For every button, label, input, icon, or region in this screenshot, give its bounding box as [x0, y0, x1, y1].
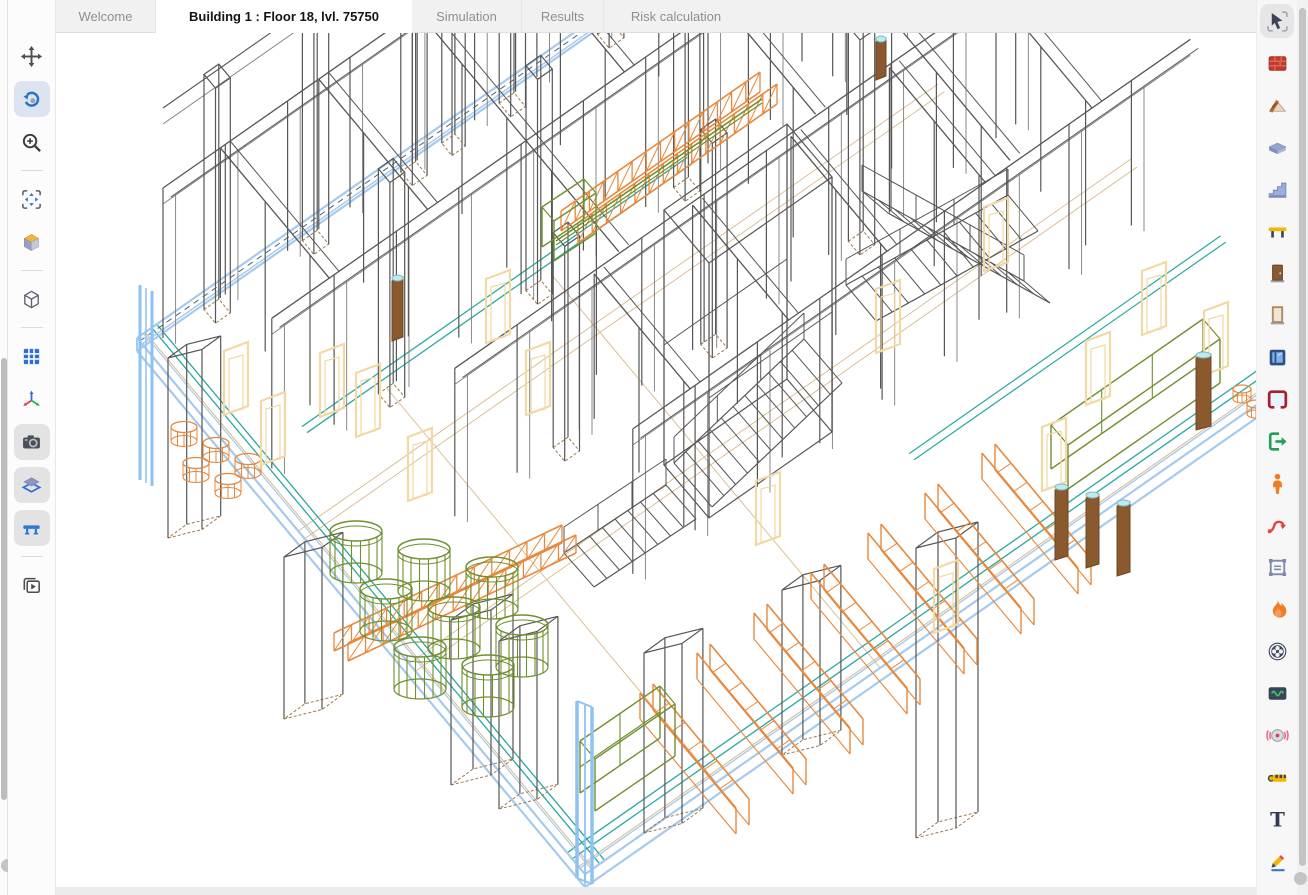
- select-cursor-icon: [1265, 9, 1290, 34]
- select-tool-button[interactable]: [1260, 4, 1294, 38]
- axes-icon: [20, 388, 43, 411]
- tab-results[interactable]: Results: [522, 0, 604, 33]
- right-scrollbar-thumb[interactable]: [1299, 8, 1306, 866]
- wall-tool-button[interactable]: [1260, 46, 1294, 80]
- grid-icon: [20, 345, 43, 368]
- tab-simulation[interactable]: Simulation: [412, 0, 522, 33]
- slides-icon: [20, 574, 43, 597]
- presentation-button[interactable]: [14, 567, 50, 603]
- measure-tool-button[interactable]: [1260, 760, 1294, 794]
- main-area: Welcome Building 1 : Floor 18, lvl. 7575…: [56, 0, 1256, 895]
- zone-rect-icon: [1265, 555, 1290, 580]
- furniture-tool-button[interactable]: [1260, 214, 1294, 248]
- screenshot-button[interactable]: [14, 424, 50, 460]
- alarm-tool-button[interactable]: [1260, 718, 1294, 752]
- roof-icon: [1265, 93, 1290, 118]
- bench-icon: [20, 517, 43, 540]
- horizontal-scrollbar[interactable]: [56, 887, 1256, 895]
- layers-icon: [20, 474, 43, 497]
- measuring-tape-icon: [1265, 765, 1290, 790]
- person-icon: [1265, 471, 1290, 496]
- fit-view-icon: [20, 188, 43, 211]
- pencil-icon: [1265, 849, 1290, 874]
- slab-icon: [1265, 135, 1290, 160]
- alarm-sounder-icon: [1265, 723, 1290, 748]
- wireframe-view-button[interactable]: [14, 281, 50, 317]
- tab-building-floor[interactable]: Building 1 : Floor 18, lvl. 75750: [156, 0, 412, 33]
- toolbar-divider: [21, 327, 43, 328]
- pan-tool-button[interactable]: [14, 38, 50, 74]
- opening-icon: [1265, 387, 1290, 412]
- zoom-tool-button[interactable]: [14, 124, 50, 160]
- move-arrows-icon: [20, 45, 43, 68]
- flame-icon: [1265, 597, 1290, 622]
- slab-tool-button[interactable]: [1260, 130, 1294, 164]
- table-icon: [1265, 219, 1290, 244]
- shaded-view-button[interactable]: [14, 224, 50, 260]
- magnifier-plus-icon: [20, 131, 43, 154]
- zone-tool-button[interactable]: [1260, 550, 1294, 584]
- wave-monitor-icon: [1265, 681, 1290, 706]
- orbit-tool-button[interactable]: [14, 81, 50, 117]
- fire-tool-button[interactable]: [1260, 592, 1294, 626]
- brick-wall-icon: [1265, 51, 1290, 76]
- right-scroll-handle[interactable]: [1294, 872, 1307, 885]
- window-icon: [1265, 345, 1290, 370]
- zoom-fit-button[interactable]: [14, 181, 50, 217]
- axes-toggle-button[interactable]: [14, 381, 50, 417]
- fan-tool-button[interactable]: [1260, 634, 1294, 668]
- annotate-tool-button[interactable]: [1260, 844, 1294, 878]
- orbit-rotate-icon: [20, 88, 43, 111]
- grid-toggle-button[interactable]: [14, 338, 50, 374]
- text-tool-button[interactable]: T: [1260, 802, 1294, 836]
- door-icon: [1265, 261, 1290, 286]
- text-icon: T: [1265, 807, 1290, 832]
- left-scrollbar-track[interactable]: [0, 0, 8, 895]
- furniture-visibility-button[interactable]: [14, 510, 50, 546]
- toolbar-divider: [21, 270, 43, 271]
- path-tool-button[interactable]: [1260, 508, 1294, 542]
- wire-cube-icon: [20, 288, 43, 311]
- viewport-3d[interactable]: [56, 33, 1256, 895]
- view-toolbar: [8, 0, 56, 895]
- app-window: Welcome Building 1 : Floor 18, lvl. 7575…: [0, 0, 1308, 895]
- tab-risk-calculation[interactable]: Risk calculation: [604, 0, 748, 33]
- right-scrollbar-track[interactable]: [1297, 0, 1308, 895]
- window-tool-button[interactable]: [1260, 340, 1294, 374]
- svg-text:T: T: [1270, 807, 1285, 831]
- doorway-tool-button[interactable]: [1260, 298, 1294, 332]
- signal-tool-button[interactable]: [1260, 676, 1294, 710]
- occupant-tool-button[interactable]: [1260, 466, 1294, 500]
- fan-icon: [1265, 639, 1290, 664]
- exit-arrow-icon: [1265, 429, 1290, 454]
- layers-button[interactable]: [14, 467, 50, 503]
- opening-tool-button[interactable]: [1260, 382, 1294, 416]
- left-scrollbar-thumb[interactable]: [1, 358, 7, 800]
- tab-welcome[interactable]: Welcome: [56, 0, 156, 33]
- toolbar-divider: [21, 170, 43, 171]
- stairs-icon: [1265, 177, 1290, 202]
- door-tool-button[interactable]: [1260, 256, 1294, 290]
- exit-tool-button[interactable]: [1260, 424, 1294, 458]
- camera-icon: [20, 431, 43, 454]
- tab-bar: Welcome Building 1 : Floor 18, lvl. 7575…: [56, 0, 1256, 33]
- solid-cube-icon: [20, 231, 43, 254]
- toolbar-divider: [21, 556, 43, 557]
- stairs-tool-button[interactable]: [1260, 172, 1294, 206]
- wireframe-scene: [56, 33, 1256, 887]
- roof-tool-button[interactable]: [1260, 88, 1294, 122]
- model-toolbar: T: [1256, 0, 1297, 895]
- doorway-icon: [1265, 303, 1290, 328]
- curve-arrow-icon: [1265, 513, 1290, 538]
